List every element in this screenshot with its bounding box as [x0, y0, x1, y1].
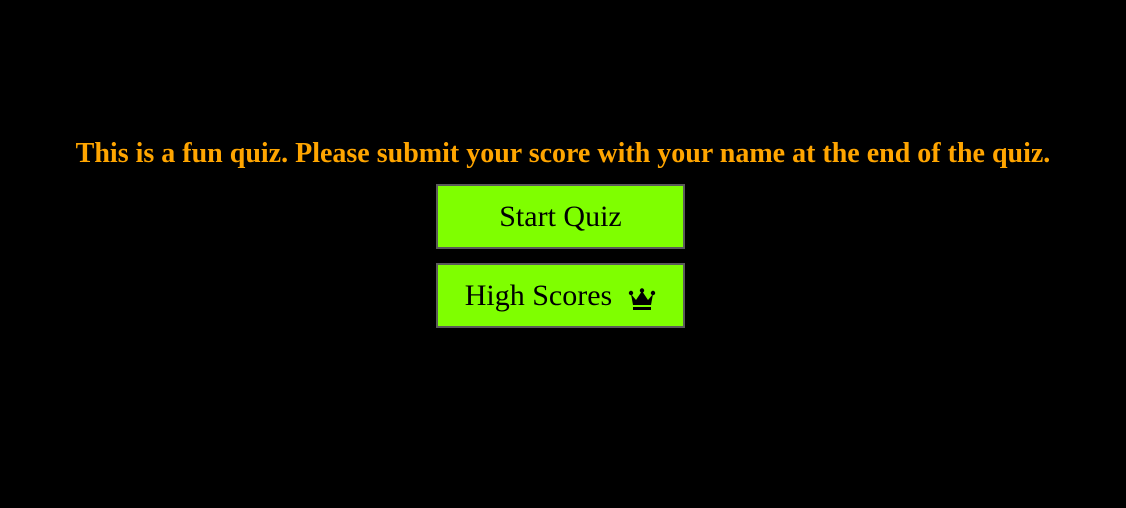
high-scores-button[interactable]: High Scores: [436, 263, 685, 328]
intro-text: This is a fun quiz. Please submit your s…: [75, 138, 1051, 169]
start-quiz-label: Start Quiz: [499, 199, 622, 233]
high-scores-label: High Scores: [464, 278, 613, 312]
quiz-start-screen: This is a fun quiz. Please submit your s…: [0, 0, 1126, 508]
crown-icon: [628, 286, 656, 310]
start-quiz-button[interactable]: Start Quiz: [436, 184, 685, 249]
